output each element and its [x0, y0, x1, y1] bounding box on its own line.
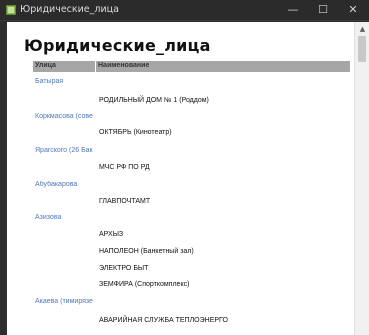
window-title: Юридические_лица: [20, 4, 119, 15]
organization-name: АВАРИЙНАЯ СЛУЖБА ТЕПЛОЭНЕРГО: [99, 317, 228, 324]
organization-name: НАПОЛЕОН (Банкетный зал): [99, 248, 194, 255]
street-label: Акаева (тимирязе: [35, 298, 93, 305]
organization-name: МЧС РФ ПО РД: [99, 164, 150, 171]
organization-name: ОКТЯБРЬ (Кинотеатр): [99, 129, 172, 136]
street-label: Коркмасова (сове: [35, 113, 93, 120]
column-header-name: Наименование: [98, 62, 150, 69]
title-separator: [0, 20, 369, 21]
column-header-street: Улица: [35, 62, 56, 69]
column-header-row: Улица Наименование: [33, 61, 350, 72]
access-report-icon: [6, 5, 16, 15]
street-label: Батырая: [35, 78, 64, 85]
maximize-button[interactable]: ☐: [308, 0, 338, 20]
organization-name: ГЛАВПОЧТАМТ: [99, 198, 151, 205]
title-bar[interactable]: Юридические_лица — ☐ ✕: [0, 0, 369, 20]
scroll-thumb[interactable]: [358, 36, 366, 62]
street-label: Абубакарова: [35, 181, 78, 188]
scroll-up-arrow-icon[interactable]: ▲: [355, 24, 369, 34]
report-page: Юридические_лица Улица Наименование Баты…: [7, 22, 354, 335]
column-divider: [95, 61, 96, 72]
report-window: Юридические_лица — ☐ ✕ Юридические_лица …: [0, 0, 369, 335]
street-label: Ярагского (26 Бак: [35, 147, 93, 154]
organization-name: ЗЕМФИРА (Спорткомплекс): [99, 281, 190, 288]
report-title: Юридические_лица: [24, 36, 211, 55]
organization-name: ЭЛЕКТРО БЫТ: [99, 265, 149, 272]
close-button[interactable]: ✕: [338, 0, 368, 20]
organization-name: АРХЫЗ: [99, 231, 124, 238]
minimize-button[interactable]: —: [278, 0, 308, 20]
street-label: Азизова: [35, 214, 62, 221]
vertical-scrollbar[interactable]: ▲: [354, 22, 369, 335]
organization-name: РОДИЛЬНЫЙ ДОМ № 1 (Роддом): [99, 97, 209, 104]
